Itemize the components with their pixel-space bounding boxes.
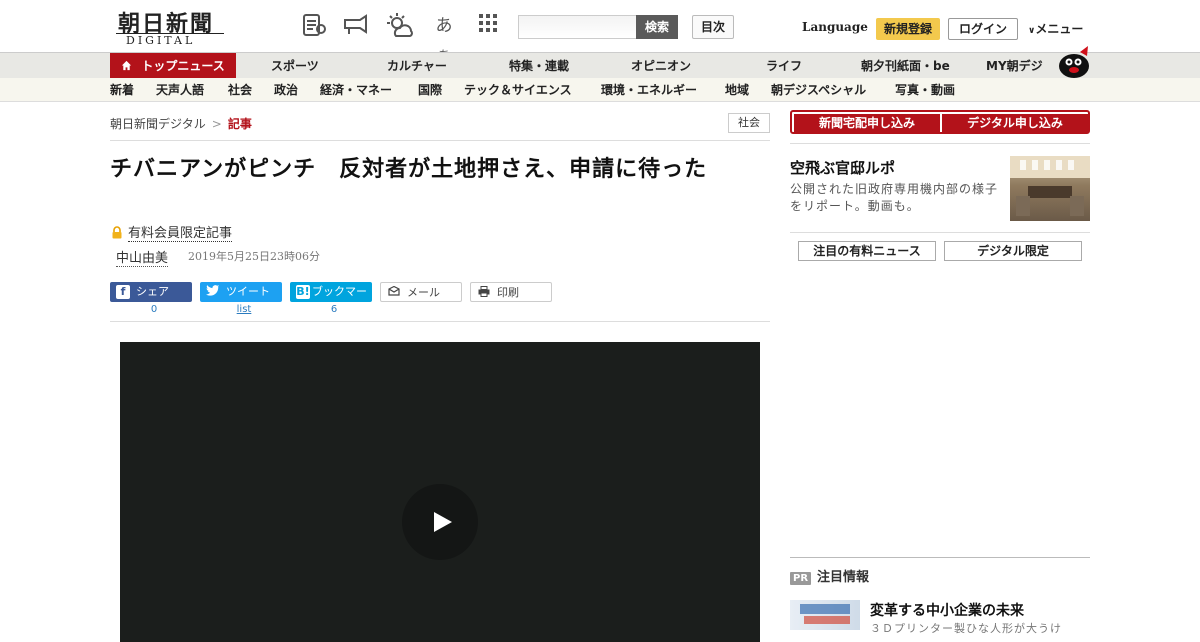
pr-image[interactable] — [790, 600, 860, 630]
breadcrumb: 朝日新聞デジタル > 記事 — [110, 115, 252, 132]
subnav-item-environment[interactable]: 環境・エネルギー — [601, 78, 697, 102]
sub-nav: 新着 天声人語 社会 政治 経済・マネー 国際 テック＆サイエンス 環境・エネル… — [0, 78, 1200, 102]
divider — [790, 232, 1090, 233]
register-button[interactable]: 新規登録 — [876, 18, 940, 40]
nav-item-features[interactable]: 特集・連載 — [509, 53, 569, 79]
nav-item-culture[interactable]: カルチャー — [387, 53, 447, 79]
publish-date: 2019年5月25日23時06分 — [188, 250, 320, 263]
subnav-item-special[interactable]: 朝デジスペシャル — [771, 78, 866, 102]
printer-icon — [477, 286, 491, 300]
promo-description[interactable]: 公開された旧政府専用機内部の様子をリポート。動画も。 — [790, 181, 1004, 215]
nav-item-paper[interactable]: 朝夕刊紙面・be — [861, 53, 950, 79]
menu-label: メニュー — [1035, 22, 1084, 36]
pr-heading: PR 注目情報 — [790, 566, 869, 585]
breadcrumb-separator: > — [211, 117, 222, 131]
nav-item-sports[interactable]: スポーツ — [271, 53, 319, 79]
search-input[interactable] — [518, 15, 638, 39]
bookmark-count: 6 — [330, 304, 338, 315]
print-label: 印刷 — [497, 286, 519, 299]
subscribe-box: 新聞宅配申し込み デジタル申し込み — [790, 110, 1090, 134]
toc-button[interactable]: 目次 — [692, 15, 734, 39]
mascot-icon[interactable] — [1054, 44, 1092, 78]
divider — [790, 143, 1090, 144]
site-header: 朝日新聞 DIGITAL ああ 検索 目次 Language 新規登録 ログイン… — [0, 0, 1200, 62]
subnav-item-politics[interactable]: 政治 — [274, 78, 298, 102]
pr-badge: PR — [790, 572, 812, 585]
asahi-logo[interactable]: 朝日新聞 DIGITAL — [112, 6, 230, 48]
newspaper-icon[interactable] — [300, 12, 328, 40]
tab-digital-only[interactable]: デジタル限定 — [944, 241, 1082, 261]
digital-subscribe-button[interactable]: デジタル申し込み — [942, 114, 1088, 132]
twitter-bird-icon — [206, 285, 220, 299]
tweet-count-link[interactable]: list — [203, 304, 285, 315]
search-button[interactable]: 検索 — [636, 15, 678, 39]
nav-item-top-news[interactable]: トップニュース — [110, 53, 236, 79]
language-link[interactable]: Language — [802, 20, 868, 34]
nav-item-opinion[interactable]: オピニオン — [631, 53, 691, 79]
grid-menu-icon[interactable] — [474, 12, 502, 40]
menu-button[interactable]: ∨メニュー — [1028, 20, 1083, 37]
play-icon[interactable] — [402, 484, 478, 560]
newspaper-subscribe-button[interactable]: 新聞宅配申し込み — [794, 114, 940, 132]
home-icon — [121, 59, 141, 73]
nav-item-life[interactable]: ライフ — [766, 53, 802, 79]
author-name[interactable]: 中山由美 — [116, 247, 169, 267]
facebook-icon: f — [116, 285, 130, 299]
pr-title[interactable]: 変革する中小企業の未来 — [870, 600, 1024, 620]
article-title: チバニアンがピンチ 反対者が土地押さえ、申請に待った — [110, 157, 708, 182]
pr-description[interactable]: ３Ｄプリンター製ひな人形が大うけ — [870, 620, 1062, 636]
tweet-button[interactable]: ツイート — [200, 282, 282, 302]
divider — [790, 557, 1090, 558]
promo-image[interactable] — [1010, 156, 1090, 221]
subnav-item-local[interactable]: 地域 — [725, 78, 749, 102]
lock-icon — [111, 224, 123, 239]
share-label: シェア — [136, 285, 169, 298]
breadcrumb-current: 記事 — [227, 117, 252, 131]
subnav-item-photo[interactable]: 写真・動画 — [895, 78, 955, 102]
font-size-icon[interactable]: ああ — [430, 12, 458, 62]
hatena-icon: B! — [296, 285, 310, 299]
paid-member-label[interactable]: 有料会員限定記事 — [128, 222, 233, 242]
print-button[interactable]: 印刷 — [470, 282, 552, 302]
tab-paid-news[interactable]: 注目の有料ニュース — [798, 241, 936, 261]
breadcrumb-home[interactable]: 朝日新聞デジタル — [110, 117, 206, 131]
mail-button[interactable]: メール — [380, 282, 462, 302]
main-nav: トップニュース スポーツ カルチャー 特集・連載 オピニオン ライフ 朝夕刊紙面… — [0, 52, 1200, 79]
subnav-item-economy[interactable]: 経済・マネー — [320, 78, 392, 102]
tweet-label: ツイート — [226, 285, 270, 298]
pr-heading-label: 注目情報 — [817, 570, 870, 585]
nav-label: トップニュース — [141, 59, 225, 73]
subnav-item-world[interactable]: 国際 — [418, 78, 442, 102]
megaphone-icon[interactable] — [342, 12, 370, 40]
subnav-item-tensei[interactable]: 天声人語 — [156, 78, 204, 102]
subnav-item-new[interactable]: 新着 — [110, 78, 134, 102]
divider — [110, 140, 770, 141]
facebook-share-count: 0 — [150, 304, 158, 315]
nav-item-my-asahi[interactable]: MY朝デジ — [986, 53, 1043, 79]
mail-label: メール — [407, 286, 440, 299]
divider — [110, 321, 770, 322]
login-button[interactable]: ログイン — [948, 18, 1018, 40]
font-size-label: あ — [435, 16, 453, 36]
weather-icon[interactable] — [385, 12, 413, 40]
subnav-item-society[interactable]: 社会 — [228, 78, 252, 102]
subnav-item-tech[interactable]: テック＆サイエンス — [464, 78, 572, 102]
logo-sub: DIGITAL — [126, 34, 196, 47]
mail-icon — [387, 285, 401, 300]
facebook-share-button[interactable]: f シェア — [110, 282, 192, 302]
hatena-bookmark-button[interactable]: B! ブックマーク — [290, 282, 372, 318]
promo-title[interactable]: 空飛ぶ官邸ルポ — [790, 157, 895, 178]
category-badge[interactable]: 社会 — [728, 113, 770, 133]
